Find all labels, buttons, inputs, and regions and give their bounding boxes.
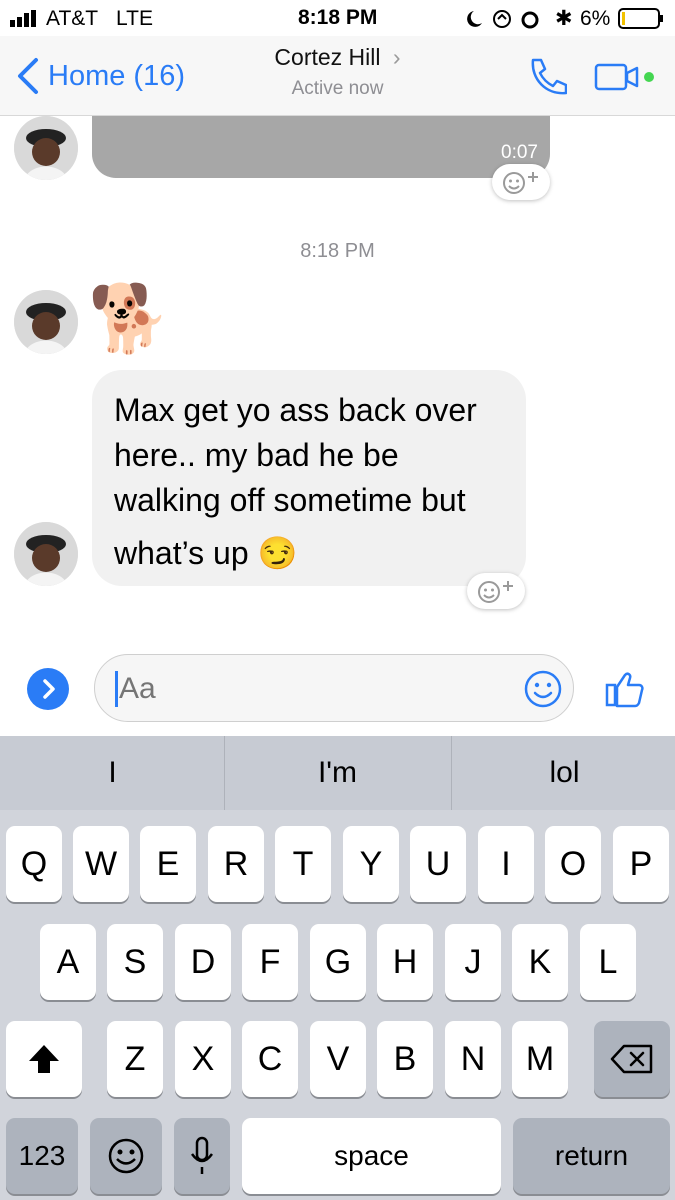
delete-key[interactable]	[594, 1021, 670, 1097]
video-call-button[interactable]	[594, 62, 658, 94]
key-e[interactable]: E	[140, 826, 196, 902]
key-s[interactable]: S	[107, 924, 163, 1000]
chevron-right-icon	[43, 679, 55, 699]
key-k[interactable]: K	[512, 924, 568, 1000]
message-input[interactable]	[94, 654, 574, 722]
shift-arrow-icon	[29, 1045, 59, 1073]
key-l[interactable]: L	[580, 924, 636, 1000]
key-c[interactable]: C	[242, 1021, 298, 1097]
expand-actions-button[interactable]	[27, 668, 69, 710]
message-timestamp: 8:18 PM	[300, 240, 375, 262]
prediction-suggestion[interactable]: I	[0, 736, 225, 810]
key-d[interactable]: D	[175, 924, 231, 1000]
audio-message-bubble[interactable]: 0:07	[92, 116, 550, 178]
add-reaction-button[interactable]	[467, 573, 525, 609]
key-b[interactable]: B	[377, 1021, 433, 1097]
signal-icon	[10, 8, 40, 28]
conversation-header: Home (16) Cortez Hill › Active now	[0, 36, 675, 116]
dog-sticker[interactable]: 🐕	[88, 278, 170, 358]
battery-icon	[618, 8, 664, 30]
key-t[interactable]: T	[275, 826, 331, 902]
key-n[interactable]: N	[445, 1021, 501, 1097]
network-label: LTE	[116, 7, 153, 30]
chevron-left-icon	[18, 58, 38, 94]
message-line: what’s up	[114, 535, 249, 571]
key-q[interactable]: Q	[6, 826, 62, 902]
message-line: Max get yo ass back over	[114, 392, 477, 428]
smiley-icon	[524, 670, 562, 708]
chevron-right-icon: ›	[392, 44, 401, 70]
contact-avatar[interactable]	[14, 290, 78, 354]
back-button[interactable]: Home (16)	[14, 56, 214, 96]
contact-status: Active now	[291, 78, 384, 99]
key-v[interactable]: V	[310, 1021, 366, 1097]
add-reaction-button[interactable]	[492, 164, 550, 200]
message-text-field[interactable]	[119, 669, 499, 709]
key-r[interactable]: R	[208, 826, 264, 902]
key-o[interactable]: O	[545, 826, 601, 902]
contact-title[interactable]: Cortez Hill › Active now	[230, 44, 445, 100]
key-g[interactable]: G	[310, 924, 366, 1000]
keyboard: I I'm lol Q W E R T Y U I O P A S D F G …	[0, 736, 675, 1200]
status-icons	[466, 8, 546, 30]
contact-avatar[interactable]	[14, 116, 78, 180]
emoji-key[interactable]	[90, 1118, 162, 1194]
smiley-plus-icon	[478, 581, 513, 603]
prediction-suggestion[interactable]: lol	[452, 736, 675, 810]
emoji-button[interactable]	[523, 669, 563, 709]
like-button[interactable]	[604, 668, 646, 710]
backspace-icon	[610, 1044, 653, 1074]
bluetooth-icon: ✱	[555, 7, 573, 30]
return-key[interactable]: return	[513, 1118, 670, 1194]
smiley-icon	[108, 1138, 144, 1174]
key-i[interactable]: I	[478, 826, 534, 902]
key-y[interactable]: Y	[343, 826, 399, 902]
key-w[interactable]: W	[73, 826, 129, 902]
key-x[interactable]: X	[175, 1021, 231, 1097]
shift-key[interactable]	[6, 1021, 82, 1097]
key-p[interactable]: P	[613, 826, 669, 902]
key-h[interactable]: H	[377, 924, 433, 1000]
carrier-label: AT&T	[46, 7, 99, 30]
dictation-key[interactable]	[174, 1118, 230, 1194]
battery-label: 6%	[580, 7, 611, 30]
space-key[interactable]: space	[242, 1118, 501, 1194]
key-u[interactable]: U	[410, 826, 466, 902]
thumbs-up-icon	[605, 672, 644, 708]
prediction-suggestion[interactable]: I'm	[225, 736, 450, 810]
smirk-emoji: 😏	[257, 535, 298, 571]
key-f[interactable]: F	[242, 924, 298, 1000]
text-cursor	[115, 671, 118, 707]
key-j[interactable]: J	[445, 924, 501, 1000]
key-a[interactable]: A	[40, 924, 96, 1000]
back-label: Home (16)	[48, 59, 185, 92]
status-time: 8:18 PM	[298, 6, 378, 29]
phone-call-button[interactable]	[525, 56, 568, 98]
contact-avatar[interactable]	[14, 522, 78, 586]
smiley-plus-icon	[503, 172, 538, 194]
key-m[interactable]: M	[512, 1021, 568, 1097]
message-bubble[interactable]: Max get yo ass back over here.. my bad h…	[92, 370, 526, 586]
numbers-key[interactable]: 123	[6, 1118, 78, 1194]
status-bar: AT&T LTE 8:18 PM ✱ 6%	[0, 0, 675, 36]
message-line: walking off sometime but	[114, 482, 466, 518]
message-line: here.. my bad he be	[114, 437, 399, 473]
audio-duration: 0:07	[501, 142, 538, 163]
contact-name: Cortez Hill	[274, 44, 381, 70]
key-z[interactable]: Z	[107, 1021, 163, 1097]
phone-icon	[531, 58, 568, 95]
microphone-icon	[190, 1136, 214, 1174]
video-camera-icon	[594, 63, 654, 91]
